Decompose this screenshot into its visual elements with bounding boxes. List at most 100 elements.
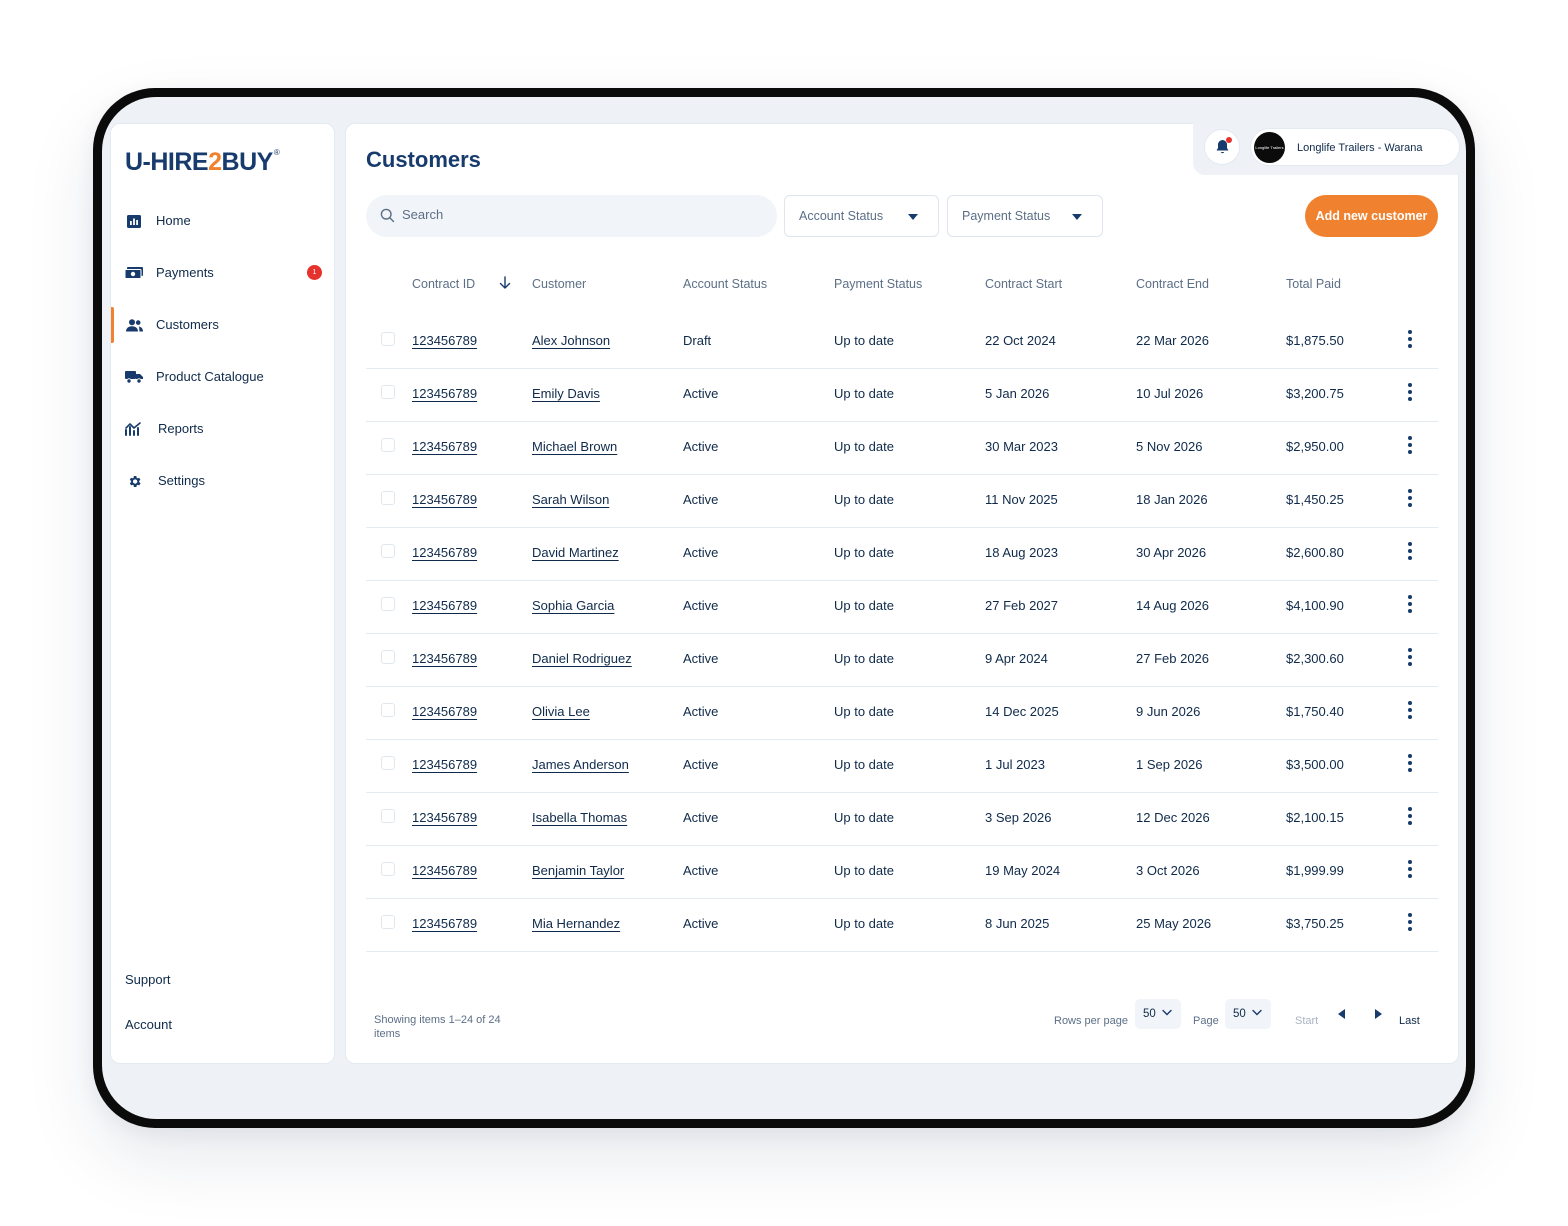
arrow-down-icon[interactable]	[499, 276, 511, 290]
previous-page-button[interactable]	[1332, 1004, 1352, 1024]
account-link[interactable]: Account	[125, 1017, 172, 1032]
table-row[interactable]: 123456789 Benjamin Taylor Active Up to date…	[366, 846, 1438, 899]
table-row[interactable]: 123456789 David Martinez Active Up to date 1…	[366, 528, 1438, 581]
row-checkbox[interactable]	[381, 597, 395, 611]
contract-id-link[interactable]: 123456789	[412, 810, 477, 825]
account-switcher[interactable]: Longlife Trailers Longlife Trailers - Wa…	[1250, 128, 1460, 166]
row-checkbox[interactable]	[381, 915, 395, 929]
support-link[interactable]: Support	[125, 972, 171, 987]
pagination-start[interactable]: Start	[1295, 1015, 1318, 1027]
notifications-button[interactable]	[1204, 129, 1240, 165]
table-row[interactable]: 123456789 Daniel Rodriguez Active Up to dat…	[366, 634, 1438, 687]
row-checkbox[interactable]	[381, 491, 395, 505]
contract-id-link[interactable]: 123456789	[412, 386, 477, 401]
caret-down-icon	[1072, 214, 1082, 220]
column-header-account-status[interactable]: Account Status	[683, 277, 767, 291]
contract-id-link[interactable]: 123456789	[412, 545, 477, 560]
table-row[interactable]: 123456789 Emily Davis Active Up to date 5 Ja…	[366, 369, 1438, 422]
sidebar-item-payments[interactable]: Payments 1	[111, 255, 336, 291]
cash-icon	[125, 264, 143, 282]
contract-id-link[interactable]: 123456789	[412, 757, 477, 772]
row-checkbox[interactable]	[381, 756, 395, 770]
more-options-icon[interactable]	[1400, 594, 1420, 614]
column-header-contract-id[interactable]: Contract ID	[412, 277, 475, 291]
customer-name-link[interactable]: Benjamin Taylor	[532, 863, 624, 878]
contract-id-link[interactable]: 123456789	[412, 863, 477, 878]
contract-id-link[interactable]: 123456789	[412, 598, 477, 613]
customer-name-link[interactable]: Michael Brown	[532, 439, 617, 454]
contract-id-link[interactable]: 123456789	[412, 704, 477, 719]
more-options-icon[interactable]	[1400, 435, 1420, 455]
column-header-contract-start[interactable]: Contract Start	[985, 277, 1062, 291]
row-checkbox[interactable]	[381, 809, 395, 823]
rows-per-page-select[interactable]: 50	[1135, 999, 1181, 1029]
more-options-icon[interactable]	[1400, 329, 1420, 349]
customer-name-link[interactable]: Alex Johnson	[532, 333, 610, 348]
column-header-contract-end[interactable]: Contract End	[1136, 277, 1209, 291]
more-options-icon[interactable]	[1400, 806, 1420, 826]
sidebar-item-reports[interactable]: Reports	[111, 411, 336, 447]
table-row[interactable]: 123456789 Sarah Wilson Active Up to date 11 …	[366, 475, 1438, 528]
search-bar[interactable]	[366, 195, 777, 237]
column-header-total-paid[interactable]: Total Paid	[1286, 277, 1341, 291]
customer-name-link[interactable]: Emily Davis	[532, 386, 600, 401]
more-options-icon[interactable]	[1400, 912, 1420, 932]
sidebar-item-product-catalogue[interactable]: Product Catalogue	[111, 359, 336, 395]
app-screen: U-HIRE2BUY® Home Payments 1 Customers Pr…	[102, 97, 1466, 1119]
customer-name-link[interactable]: Isabella Thomas	[532, 810, 627, 825]
customer-name-link[interactable]: Sophia Garcia	[532, 598, 614, 613]
table-row[interactable]: 123456789 James Anderson Active Up to date 1…	[366, 740, 1438, 793]
table-row[interactable]: 123456789 Mia Hernandez Active Up to date 8 …	[366, 899, 1438, 952]
table-row[interactable]: 123456789 Michael Brown Active Up to date 30…	[366, 422, 1438, 475]
table-row[interactable]: 123456789 Olivia Lee Active Up to date 14 De…	[366, 687, 1438, 740]
sidebar-item-settings[interactable]: Settings	[111, 463, 336, 499]
row-checkbox[interactable]	[381, 862, 395, 876]
table-row[interactable]: 123456789 Alex Johnson Draft Up to date 22 O…	[366, 316, 1438, 369]
contract-id-link[interactable]: 123456789	[412, 492, 477, 507]
more-options-icon[interactable]	[1400, 488, 1420, 508]
pagination-last[interactable]: Last	[1399, 1015, 1420, 1027]
column-header-payment-status[interactable]: Payment Status	[834, 277, 922, 291]
table-row[interactable]: 123456789 Isabella Thomas Active Up to date…	[366, 793, 1438, 846]
sidebar-item-home[interactable]: Home	[111, 203, 336, 239]
gear-icon	[125, 472, 143, 490]
customer-name-link[interactable]: David Martinez	[532, 545, 619, 560]
customer-name-link[interactable]: Sarah Wilson	[532, 492, 609, 507]
contract-id-link[interactable]: 123456789	[412, 333, 477, 348]
table-row[interactable]: 123456789 Sophia Garcia Active Up to date 27…	[366, 581, 1438, 634]
add-customer-button[interactable]: Add new customer	[1305, 195, 1438, 237]
row-checkbox[interactable]	[381, 385, 395, 399]
customer-name-link[interactable]: Olivia Lee	[532, 704, 590, 719]
contract-id-link[interactable]: 123456789	[412, 916, 477, 931]
row-checkbox[interactable]	[381, 703, 395, 717]
more-options-icon[interactable]	[1400, 753, 1420, 773]
customer-name-link[interactable]: Daniel Rodriguez	[532, 651, 632, 666]
page-select[interactable]: 50	[1225, 999, 1271, 1029]
contract-end-cell: 27 Feb 2026	[1136, 651, 1210, 666]
customer-name-link[interactable]: Mia Hernandez	[532, 916, 620, 931]
customer-name-link[interactable]: James Anderson	[532, 757, 629, 772]
row-checkbox[interactable]	[381, 438, 395, 452]
more-options-icon[interactable]	[1400, 647, 1420, 667]
account-status-filter[interactable]: Account Status	[784, 195, 939, 237]
more-options-icon[interactable]	[1400, 700, 1420, 720]
next-page-button[interactable]	[1368, 1004, 1388, 1024]
contract-id-link[interactable]: 123456789	[412, 439, 477, 454]
sidebar-item-customers[interactable]: Customers	[111, 307, 336, 343]
search-input[interactable]	[402, 207, 762, 222]
brand-logo[interactable]: U-HIRE2BUY®	[125, 148, 280, 177]
more-options-icon[interactable]	[1400, 541, 1420, 561]
total-paid-cell: $1,875.50	[1286, 333, 1344, 348]
total-paid-cell: $2,300.60	[1286, 651, 1344, 666]
row-checkbox[interactable]	[381, 544, 395, 558]
contract-id-link[interactable]: 123456789	[412, 651, 477, 666]
page-title: Customers	[366, 147, 481, 172]
more-options-icon[interactable]	[1400, 859, 1420, 879]
row-checkbox[interactable]	[381, 332, 395, 346]
column-header-customer[interactable]: Customer	[532, 277, 586, 291]
row-checkbox[interactable]	[381, 650, 395, 664]
payment-status-filter[interactable]: Payment Status	[947, 195, 1103, 237]
more-options-icon[interactable]	[1400, 382, 1420, 402]
sidebar-item-label: Customers	[156, 317, 219, 332]
payment-status-cell: Up to date	[834, 810, 894, 825]
